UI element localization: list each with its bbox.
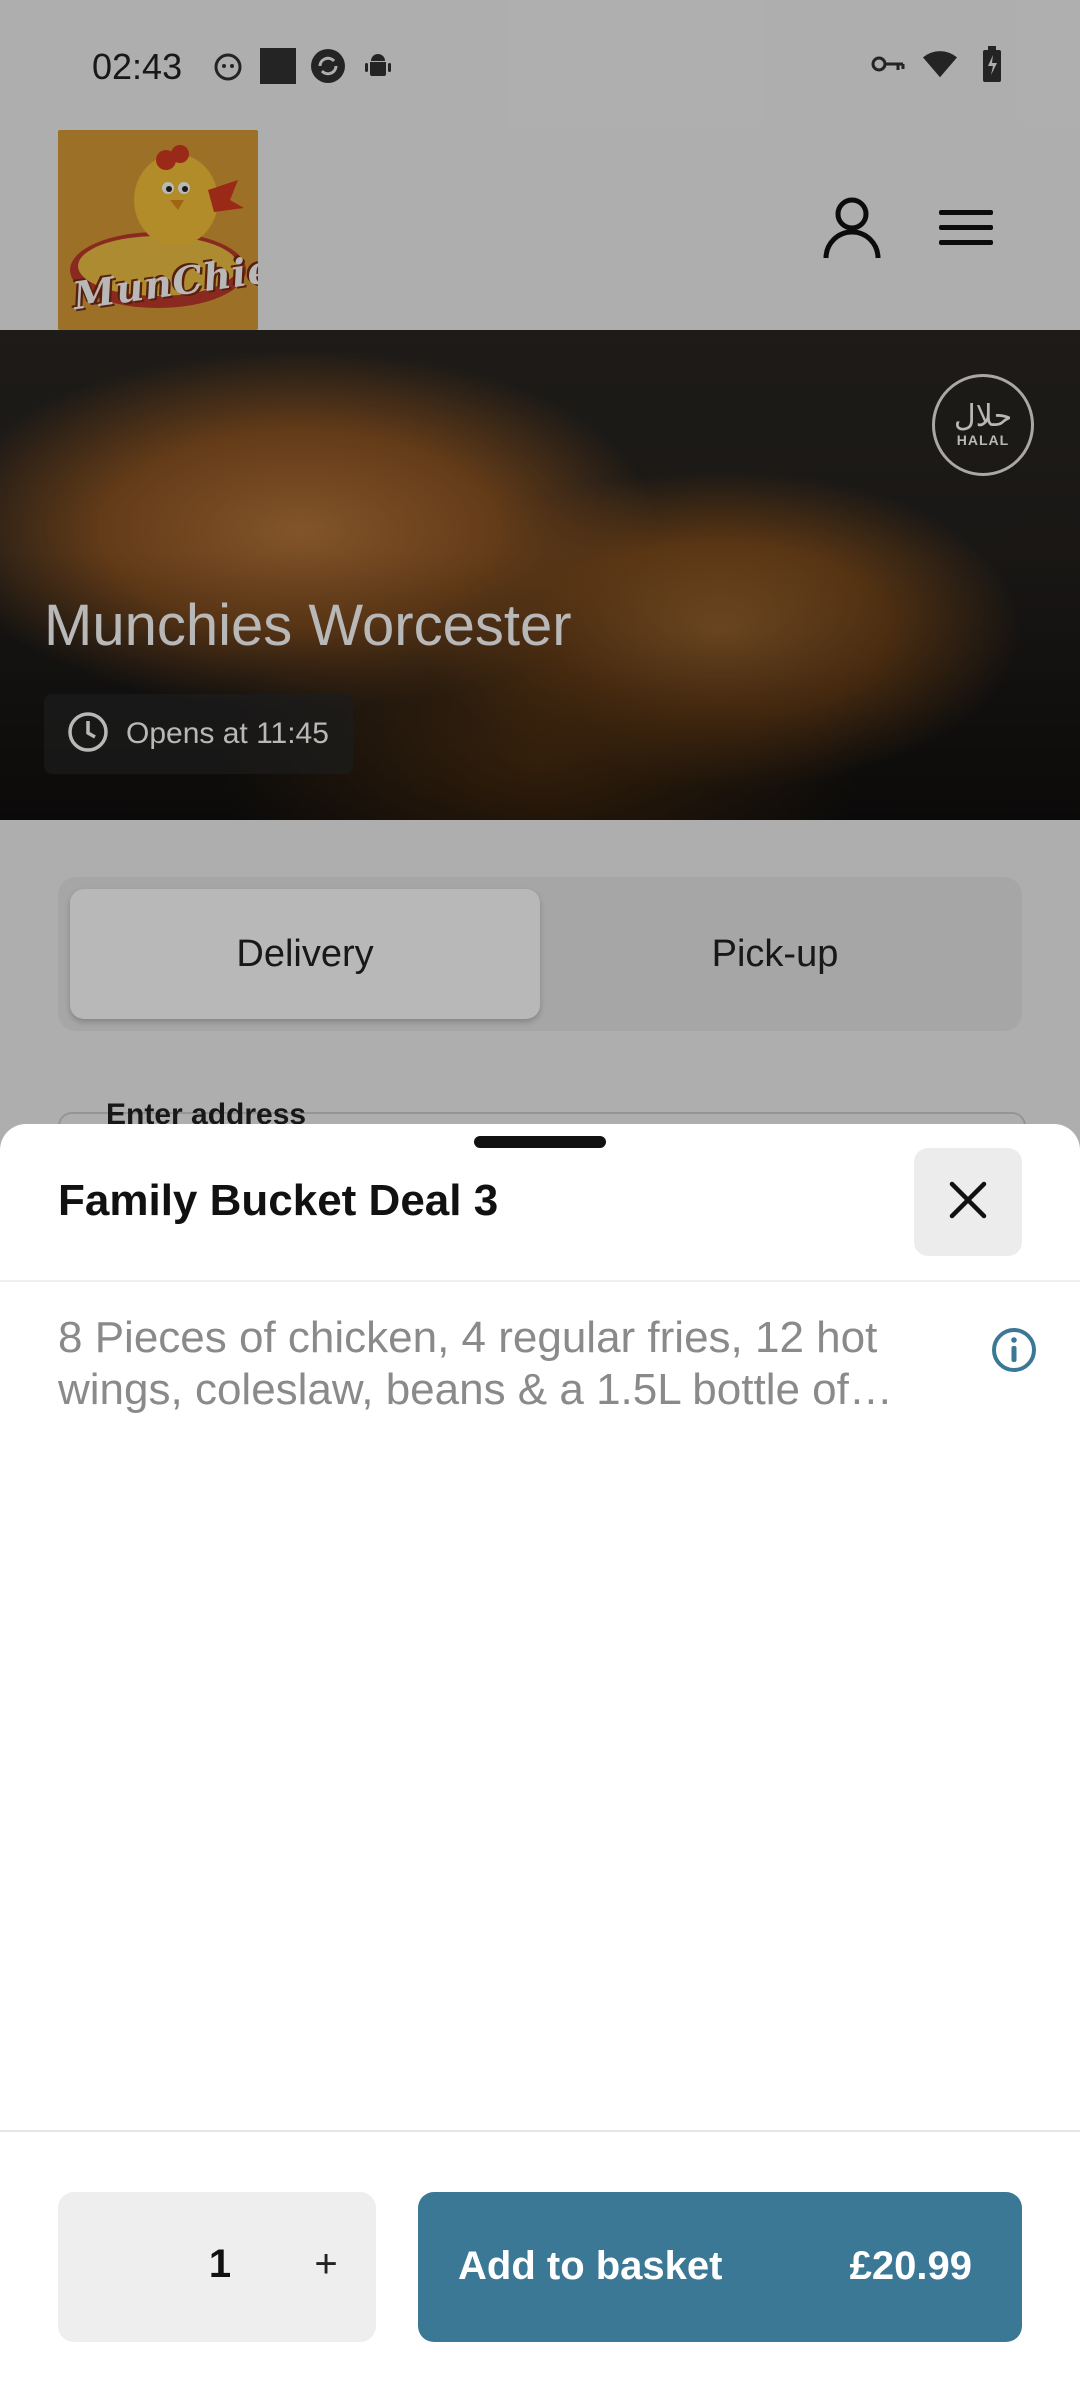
add-to-basket-button[interactable]: Add to basket £20.99 (418, 2192, 1022, 2342)
drag-handle[interactable] (474, 1136, 606, 1148)
quantity-value: 1 (208, 2242, 232, 2286)
sheet-footer: 1 + Add to basket £20.99 (0, 2130, 1080, 2402)
info-icon[interactable] (986, 1322, 1042, 1378)
item-price: £20.99 (849, 2244, 972, 2288)
item-description: 8 Pieces of chicken, 4 regular fries, 12… (58, 1313, 878, 1414)
quantity-stepper: 1 + (58, 2192, 376, 2342)
item-title: Family Bucket Deal 3 (58, 1176, 499, 1225)
close-icon (948, 1180, 988, 1225)
close-button[interactable] (914, 1148, 1022, 1256)
add-to-basket-label: Add to basket (458, 2244, 723, 2288)
increase-quantity-button[interactable]: + (296, 2234, 356, 2294)
